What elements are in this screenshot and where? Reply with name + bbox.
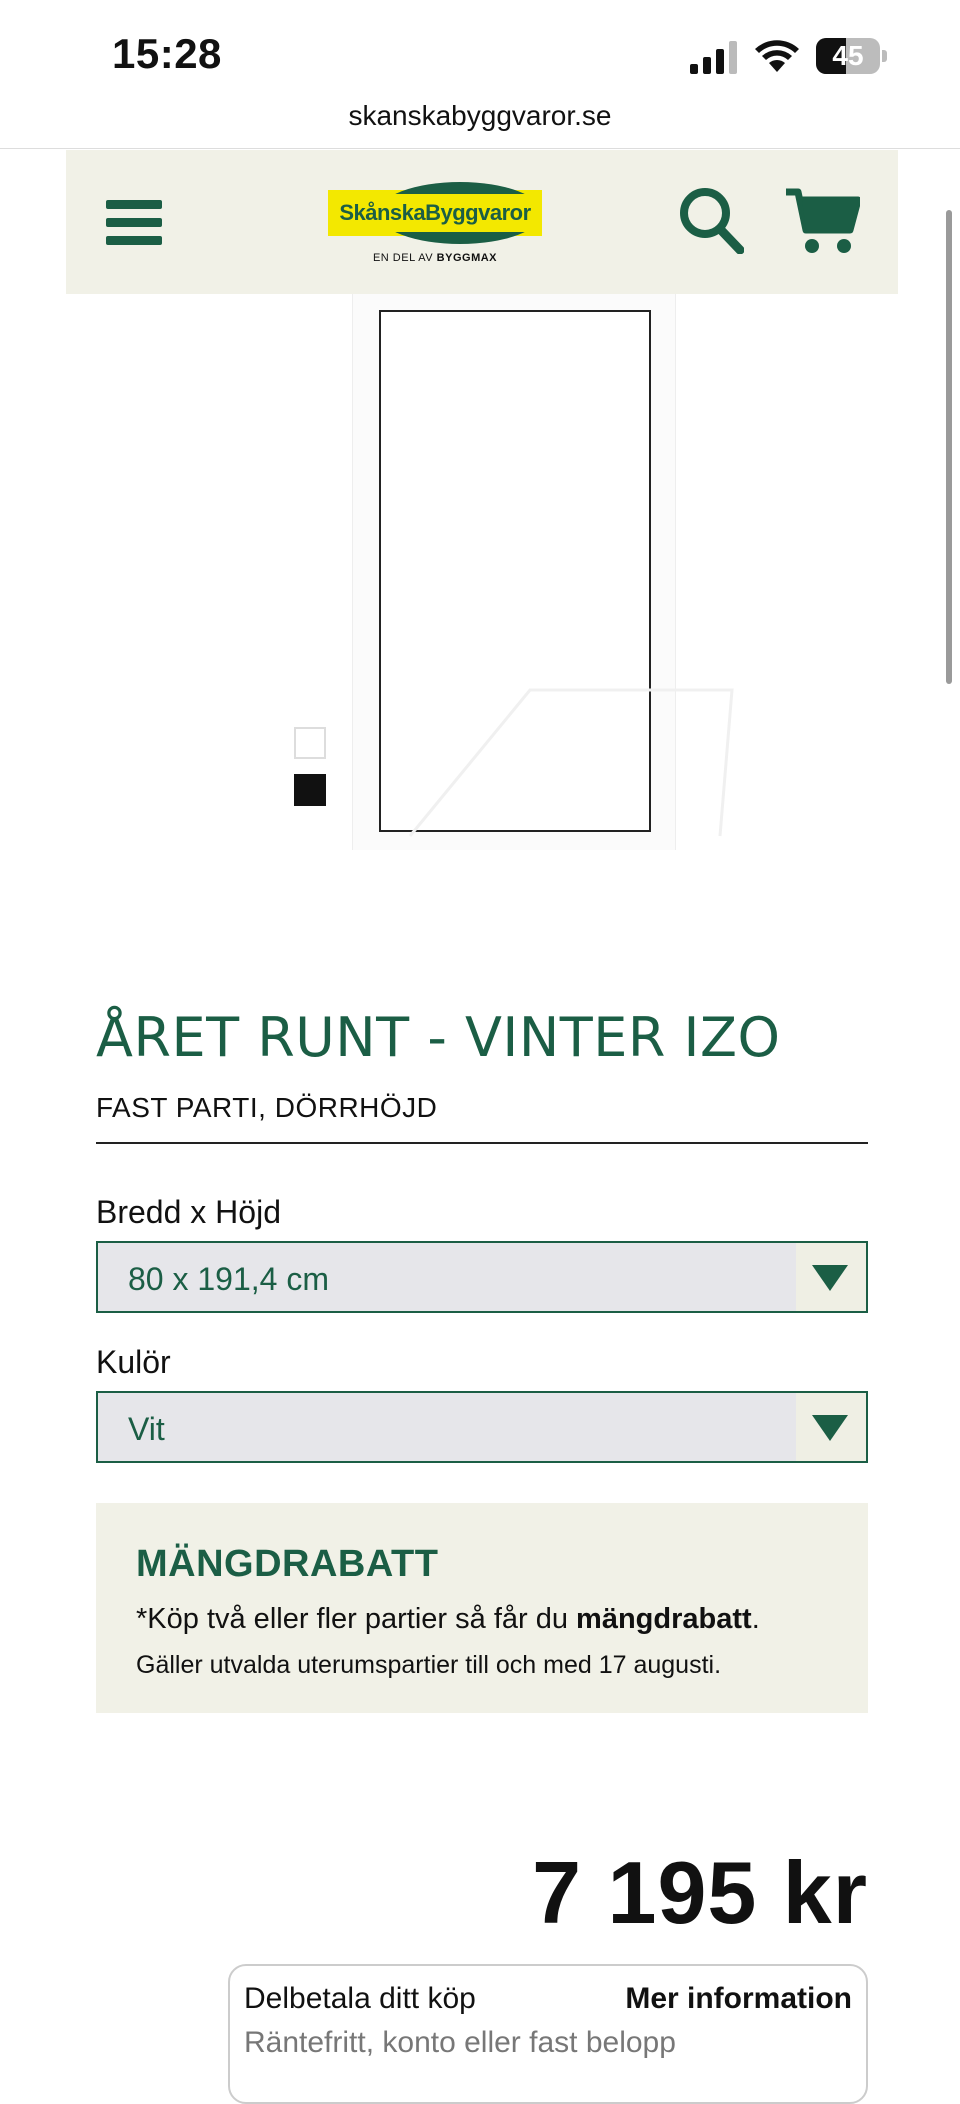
discount-box: MÄNGDRABATT *Köp två eller fler partier … bbox=[96, 1503, 868, 1713]
reflection-decoration bbox=[408, 688, 734, 837]
site-header: SkånskaByggvaror EN DEL AV BYGGMAX bbox=[66, 150, 898, 294]
search-icon[interactable] bbox=[678, 186, 744, 254]
financing-box[interactable]: Delbetala ditt köp Mer information Ränte… bbox=[228, 1964, 868, 2104]
scrollbar[interactable] bbox=[946, 210, 952, 684]
logo-tagline: EN DEL AV BYGGMAX bbox=[372, 252, 498, 264]
financing-title: Delbetala ditt köp bbox=[244, 1982, 476, 2015]
product-price: 7 195 kr bbox=[532, 1843, 868, 1942]
battery-icon: 45 bbox=[816, 38, 888, 74]
status-bar: 15:28 45 skanskabyggvaror.se bbox=[0, 0, 960, 131]
wifi-icon bbox=[755, 40, 799, 72]
color-swatch-white[interactable] bbox=[294, 727, 326, 759]
battery-level: 45 bbox=[832, 40, 864, 71]
logo-text: SkånskaByggvaror bbox=[339, 200, 531, 225]
product-title: ÅRET RUNT - VINTER IZO bbox=[96, 1006, 781, 1069]
dropdown-arrow-icon[interactable] bbox=[796, 1393, 866, 1461]
discount-text: *Köp två eller fler partier så får du mä… bbox=[136, 1603, 760, 1635]
size-select[interactable]: 80 x 191,4 cm bbox=[96, 1241, 868, 1313]
divider bbox=[0, 148, 960, 149]
hamburger-menu-icon[interactable] bbox=[106, 200, 162, 246]
size-select-value: 80 x 191,4 cm bbox=[128, 1261, 329, 1297]
size-label: Bredd x Höjd bbox=[96, 1194, 281, 1230]
color-select[interactable]: Vit bbox=[96, 1391, 868, 1463]
financing-subtitle: Räntefritt, konto eller fast belopp bbox=[244, 2026, 676, 2059]
discount-note: Gäller utvalda uterumspartier till och m… bbox=[136, 1651, 722, 1679]
status-time: 15:28 bbox=[112, 30, 222, 77]
cart-icon[interactable] bbox=[784, 186, 860, 256]
cellular-signal-icon bbox=[690, 41, 737, 74]
color-select-value: Vit bbox=[128, 1411, 165, 1447]
color-swatch-black[interactable] bbox=[294, 774, 326, 806]
discount-title: MÄNGDRABATT bbox=[136, 1543, 439, 1585]
product-subtitle: FAST PARTI, DÖRRHÖJD bbox=[96, 1092, 438, 1123]
divider bbox=[96, 1142, 868, 1144]
address-bar-url[interactable]: skanskabyggvaror.se bbox=[0, 100, 960, 132]
dropdown-arrow-icon[interactable] bbox=[796, 1243, 866, 1311]
color-label: Kulör bbox=[96, 1344, 171, 1380]
site-logo[interactable]: SkånskaByggvaror EN DEL AV BYGGMAX bbox=[328, 180, 542, 270]
more-info-link[interactable]: Mer information bbox=[625, 1982, 852, 2016]
